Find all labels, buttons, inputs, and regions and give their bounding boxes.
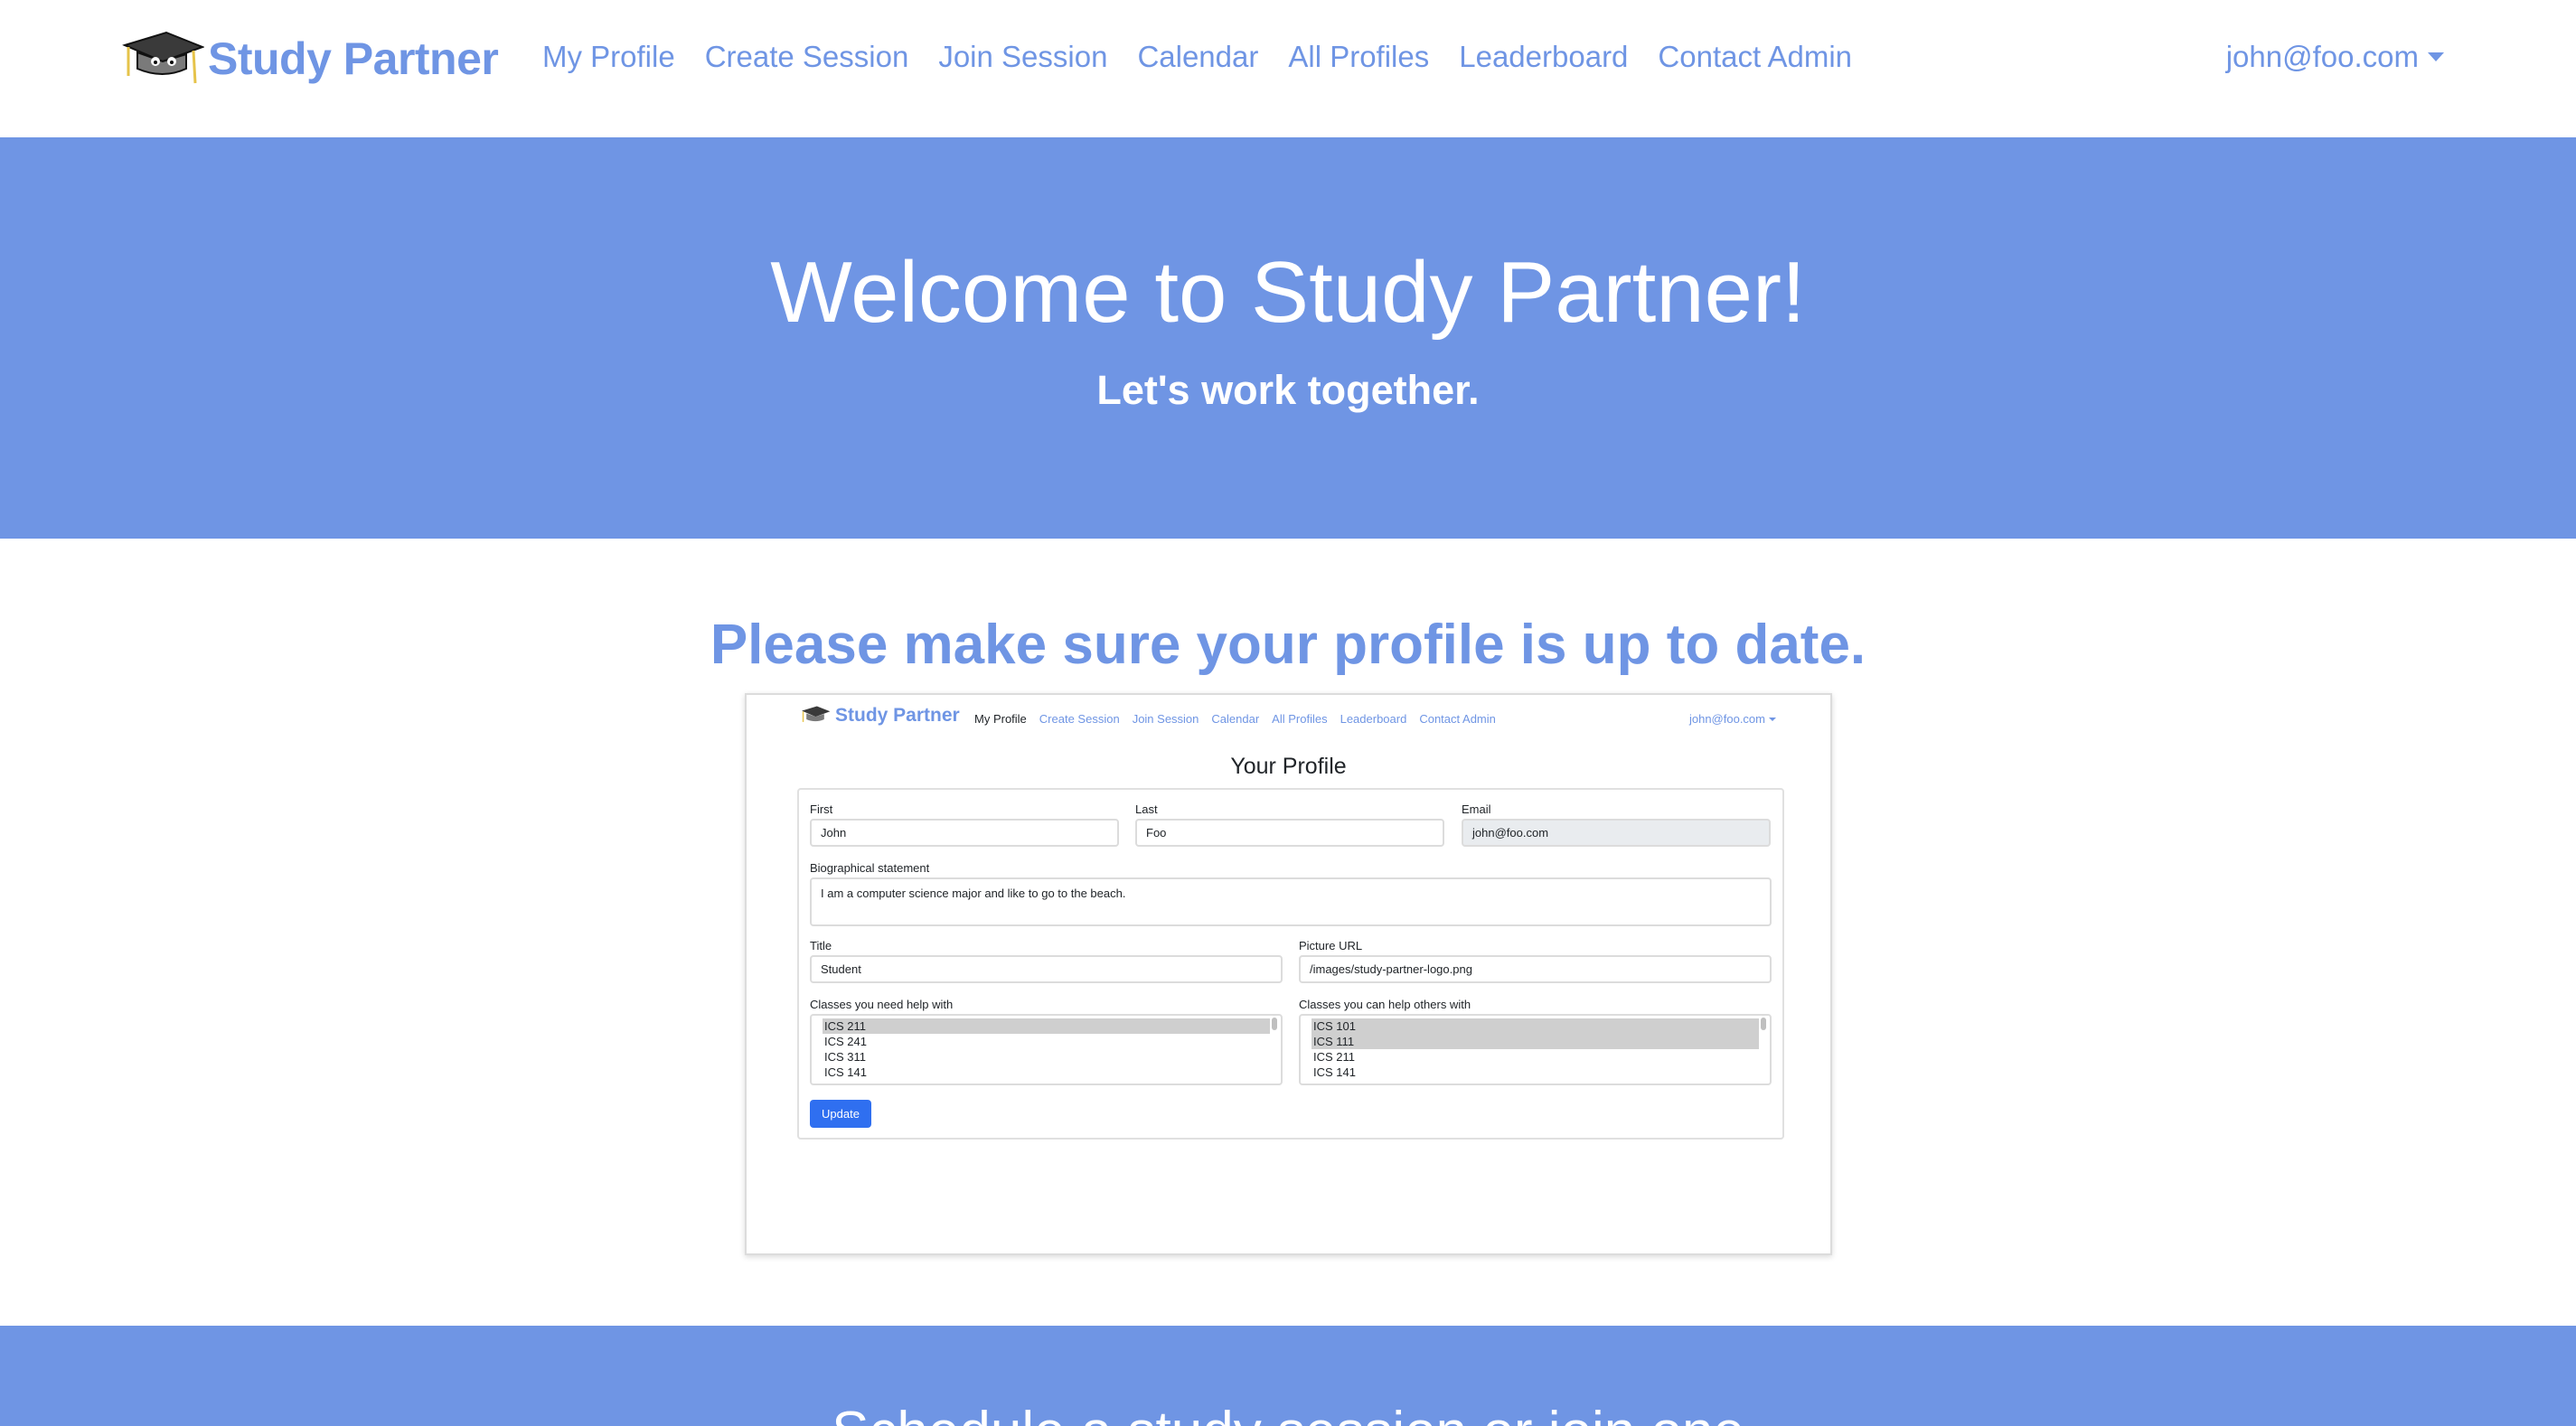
profile-screenshot-image: Study Partner My Profile Create Session … <box>745 693 1832 1255</box>
nav-links: My Profile Create Session Join Session C… <box>542 40 1882 74</box>
can-help-option: ICS 101 <box>1312 1018 1759 1034</box>
last-label: Last <box>1135 802 1158 816</box>
hero-title: Welcome to Study Partner! <box>770 244 1806 341</box>
screenshot-nav-all-profiles: All Profiles <box>1272 712 1328 726</box>
screenshot-brand-name: Study Partner <box>835 705 960 726</box>
user-dropdown[interactable]: john@foo.com <box>2226 40 2444 74</box>
need-help-option: ICS 141 <box>824 1065 867 1079</box>
first-label: First <box>810 802 833 816</box>
need-help-option: ICS 311 <box>824 1050 867 1064</box>
screenshot-caret-down-icon <box>1769 717 1776 721</box>
screenshot-nav-calendar: Calendar <box>1211 712 1260 726</box>
screenshot-nav-join-session: Join Session <box>1132 712 1199 726</box>
screenshot-brand: Study Partner <box>797 705 960 727</box>
graduation-cap-logo-icon <box>122 31 204 84</box>
screenshot-nav-my-profile: My Profile <box>974 712 1027 726</box>
brand-name: Study Partner <box>208 33 499 84</box>
nav-my-profile[interactable]: My Profile <box>542 40 675 74</box>
screenshot-nav-contact-admin: Contact Admin <box>1419 712 1496 726</box>
need-help-label: Classes you need help with <box>810 998 954 1011</box>
email-label: Email <box>1462 802 1491 816</box>
can-help-label: Classes you can help others with <box>1299 998 1471 1011</box>
hero-subtitle: Let's work together. <box>1096 367 1480 413</box>
nav-join-session[interactable]: Join Session <box>938 40 1107 74</box>
need-help-option: ICS 211 <box>823 1018 1270 1034</box>
screenshot-user-email: john@foo.com <box>1688 712 1765 726</box>
nav-calendar[interactable]: Calendar <box>1137 40 1258 74</box>
can-help-scrollbar <box>1761 1018 1766 1030</box>
hero-banner: Welcome to Study Partner! Let's work tog… <box>0 137 2576 539</box>
caret-down-icon <box>2428 52 2444 61</box>
nav-leaderboard[interactable]: Leaderboard <box>1459 40 1628 74</box>
user-email: john@foo.com <box>2225 40 2419 73</box>
brand-link[interactable]: Study Partner <box>119 29 499 89</box>
can-help-option: ICS 211 <box>1313 1050 1356 1064</box>
first-field: John <box>810 819 1119 847</box>
screenshot-nav-links: My Profile Create Session Join Session C… <box>974 712 1509 726</box>
can-help-option: ICS 111 <box>1312 1034 1759 1049</box>
need-help-scrollbar <box>1272 1018 1277 1030</box>
screenshot-profile-form: First John Last Foo Email john@foo.com B… <box>797 788 1784 1140</box>
can-help-option: ICS 141 <box>1313 1065 1356 1079</box>
picture-url-label: Picture URL <box>1299 939 1363 952</box>
bio-textarea: I am a computer science major and like t… <box>810 877 1772 926</box>
bio-label: Biographical statement <box>810 861 930 875</box>
screenshot-navbar: Study Partner My Profile Create Session … <box>747 695 1830 731</box>
screenshot-logo-icon <box>802 706 831 722</box>
schedule-section-title: Schedule a study session or join one <box>0 1400 2576 1426</box>
title-label: Title <box>810 939 832 952</box>
screenshot-nav-leaderboard: Leaderboard <box>1340 712 1407 726</box>
nav-create-session[interactable]: Create Session <box>705 40 909 74</box>
navbar: Study Partner My Profile Create Session … <box>0 0 2576 137</box>
email-field: john@foo.com <box>1462 819 1771 847</box>
update-button: Update <box>810 1100 871 1128</box>
need-help-listbox: ICS 211 ICS 241 ICS 311 ICS 141 <box>810 1014 1283 1085</box>
screenshot-heading: Your Profile <box>1230 754 1347 779</box>
screenshot-user-menu: john@foo.com <box>1689 712 1776 726</box>
screenshot-nav-create-session: Create Session <box>1039 712 1120 726</box>
nav-contact-admin[interactable]: Contact Admin <box>1658 40 1852 74</box>
schedule-section-banner: Schedule a study session or join one <box>0 1326 2576 1426</box>
nav-all-profiles[interactable]: All Profiles <box>1288 40 1429 74</box>
title-field: Student <box>810 955 1283 983</box>
last-field: Foo <box>1135 819 1444 847</box>
profile-section-title: Please make sure your profile is up to d… <box>710 614 1866 676</box>
can-help-listbox: ICS 101 ICS 111 ICS 211 ICS 141 <box>1299 1014 1772 1085</box>
picture-url-field: /images/study-partner-logo.png <box>1299 955 1772 983</box>
need-help-option: ICS 241 <box>824 1035 867 1048</box>
